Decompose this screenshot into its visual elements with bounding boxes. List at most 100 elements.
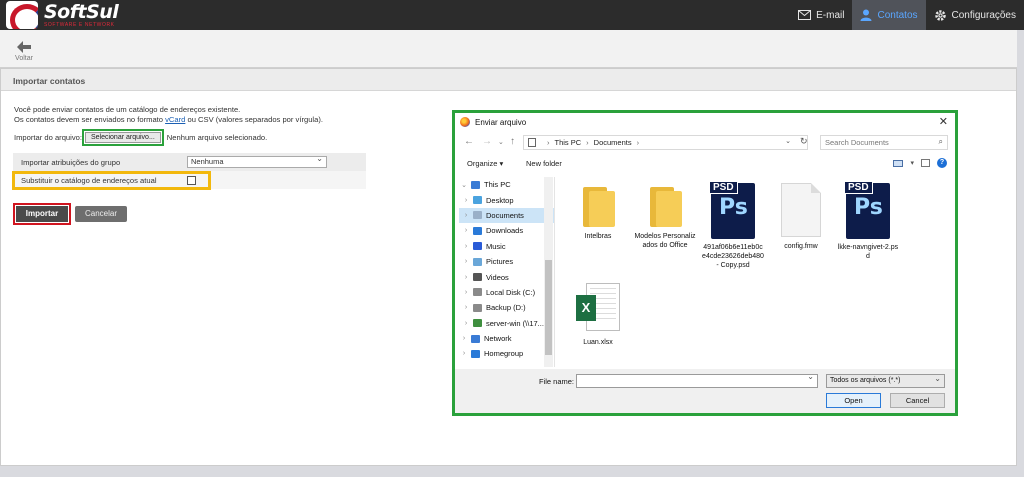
chevron-icon[interactable]: ›	[461, 289, 471, 296]
dialog-footer: File name: Todos os arquivos (*.*) Open …	[455, 369, 955, 413]
file-upload-dialog: Enviar arquivo ✕ ← → ⌄ ↑ › This PC › Doc…	[452, 110, 958, 416]
chevron-icon[interactable]: ›	[461, 304, 471, 311]
address-row: ← → ⌄ ↑ › This PC › Documents › ⌄ ↻ Sear…	[455, 134, 955, 152]
help-icon[interactable]: ?	[937, 158, 947, 168]
tree-item[interactable]: › Downloads	[459, 223, 554, 238]
tree-item-label: server-win (\\17...	[486, 318, 544, 328]
tree-item[interactable]: › Local Disk (C:)	[459, 285, 554, 300]
nav-settings[interactable]: Configurações	[926, 0, 1024, 30]
file-item[interactable]: config.fmw	[770, 183, 832, 251]
nav-settings-label: Configurações	[951, 9, 1016, 21]
chevron-icon[interactable]: ›	[459, 335, 469, 342]
chevron-icon[interactable]: ›	[461, 197, 471, 204]
navigation-tree: ⌄ This PC › Desktop › Documents › Downloads › Mus…	[459, 177, 555, 367]
cancel-button[interactable]: Cancelar	[75, 206, 127, 222]
preview-pane-icon[interactable]	[921, 159, 930, 167]
intro-line-2-prefix: Os contatos devem ser enviados no format…	[14, 115, 166, 124]
tree-item[interactable]: › Documents	[459, 207, 554, 224]
file-name: lkke-navngivet-2.psd	[837, 244, 899, 260]
forward-arrow-icon[interactable]: →	[482, 136, 492, 147]
address-bar[interactable]: › This PC › Documents › ⌄	[523, 135, 808, 150]
chevron-icon[interactable]: ›	[461, 212, 471, 219]
import-button[interactable]: Importar	[13, 203, 71, 225]
nav-contacts[interactable]: Contatos	[852, 0, 926, 30]
back-arrow-icon[interactable]: ←	[464, 136, 474, 147]
homegroup-icon	[471, 349, 480, 358]
close-icon[interactable]: ✕	[939, 115, 948, 128]
breadcrumb-this-pc[interactable]: This PC	[555, 138, 582, 147]
file-name: Luan.xlsx	[583, 339, 613, 346]
recent-dropdown-icon[interactable]: ⌄	[498, 138, 504, 146]
tree-item[interactable]: › Videos	[459, 269, 554, 284]
file-item[interactable]: PSD Ps 491af06b6e11eb0ce4cde23626deb480 - …	[702, 181, 764, 270]
tree-item-label: Pictures	[486, 257, 514, 267]
address-dropdown-icon[interactable]: ⌄	[785, 137, 791, 145]
up-arrow-icon[interactable]: ↑	[510, 136, 515, 147]
organize-menu[interactable]: Organize ▾	[467, 159, 503, 168]
group-assignment-select[interactable]: Nenhuma	[187, 154, 327, 168]
new-folder-button[interactable]: New folder	[526, 159, 562, 168]
replace-highlight	[12, 171, 211, 190]
tree-item[interactable]: › Homegroup	[459, 346, 554, 361]
envelope-icon	[798, 10, 812, 20]
folder-item[interactable]: Intelbras	[567, 183, 629, 241]
back-button[interactable]: Voltar	[12, 41, 36, 62]
brand-name: SoftSul	[44, 0, 119, 23]
chevron-icon[interactable]: ⌄	[459, 181, 469, 189]
logo-emblem-icon	[6, 1, 38, 29]
photoshop-file-icon: PSD Ps	[709, 181, 755, 239]
view-options-icon[interactable]	[893, 159, 904, 167]
main-nav: E-mail Contatos Configurações	[790, 0, 1024, 30]
firefox-icon	[460, 117, 470, 127]
file-name-input[interactable]	[576, 372, 818, 388]
nav-email[interactable]: E-mail	[790, 0, 852, 30]
refresh-icon[interactable]: ↻	[800, 136, 808, 147]
file-name: Modelos Personalizados do Office	[634, 233, 696, 249]
tree-item[interactable]: › Pictures	[459, 254, 554, 269]
group-assignment-row: Importar atribuições do grupo Nenhuma	[13, 153, 366, 171]
gear-icon	[934, 9, 946, 21]
arrow-left-icon	[17, 41, 31, 53]
search-input[interactable]: Search Documents ⌕	[820, 135, 948, 150]
chevron-icon[interactable]: ›	[461, 320, 471, 327]
tree-item-label: Downloads	[486, 226, 524, 236]
file-name: config.fmw	[784, 243, 818, 250]
tree-scrollbar[interactable]	[544, 177, 553, 367]
chevron-icon[interactable]: ›	[459, 350, 469, 357]
tree-item-label: Desktop	[486, 195, 514, 205]
toolbar: Voltar	[0, 30, 1017, 68]
excel-file-icon: X	[576, 281, 620, 333]
view-dropdown-icon[interactable]: ▾	[910, 159, 914, 167]
top-bar: SoftSul SOFTWARE E NETWORK E-mail Contat…	[0, 0, 1024, 30]
intro-line-1: Você pode enviar contatos de um catálogo…	[14, 105, 241, 114]
tree-item[interactable]: › Music	[459, 239, 554, 254]
dialog-cancel-button[interactable]: Cancel	[890, 393, 945, 408]
file-name-label: File name:	[539, 377, 575, 386]
breadcrumb-documents[interactable]: Documents	[594, 138, 632, 147]
file-item[interactable]: X Luan.xlsx	[567, 281, 629, 347]
nav-contacts-label: Contatos	[877, 9, 918, 21]
tree-item[interactable]: › Network	[459, 331, 554, 346]
select-file-button[interactable]: Selecionar arquivo...	[81, 129, 164, 146]
chevron-icon[interactable]: ›	[461, 243, 471, 250]
vcard-link[interactable]: vCard	[165, 115, 185, 124]
tree-item[interactable]: › server-win (\\17...	[459, 316, 554, 331]
folder-item[interactable]: Modelos Personalizados do Office	[634, 183, 696, 250]
tree-scroll-thumb[interactable]	[545, 260, 552, 355]
chevron-icon[interactable]: ›	[461, 227, 471, 234]
file-item[interactable]: PSD Ps lkke-navngivet-2.psd	[837, 181, 899, 261]
chevron-icon[interactable]: ›	[461, 258, 471, 265]
file-status: Nenhum arquivo selecionado.	[166, 133, 268, 142]
tree-item-label: Music	[486, 241, 506, 251]
intro-line-2: Os contatos devem ser enviados no format…	[14, 115, 323, 125]
tree-item[interactable]: › Backup (D:)	[459, 300, 554, 315]
network-icon	[471, 334, 480, 343]
softsul-logo[interactable]: SoftSul SOFTWARE E NETWORK	[6, 0, 119, 29]
file-type-select[interactable]: Todos os arquivos (*.*)	[826, 374, 945, 388]
user-icon	[860, 9, 872, 21]
tree-item[interactable]: ⌄ This PC	[459, 177, 554, 192]
open-button[interactable]: Open	[826, 393, 881, 408]
tree-item[interactable]: › Desktop	[459, 192, 554, 207]
chevron-icon[interactable]: ›	[461, 274, 471, 281]
photoshop-file-icon: PSD Ps	[844, 181, 890, 239]
